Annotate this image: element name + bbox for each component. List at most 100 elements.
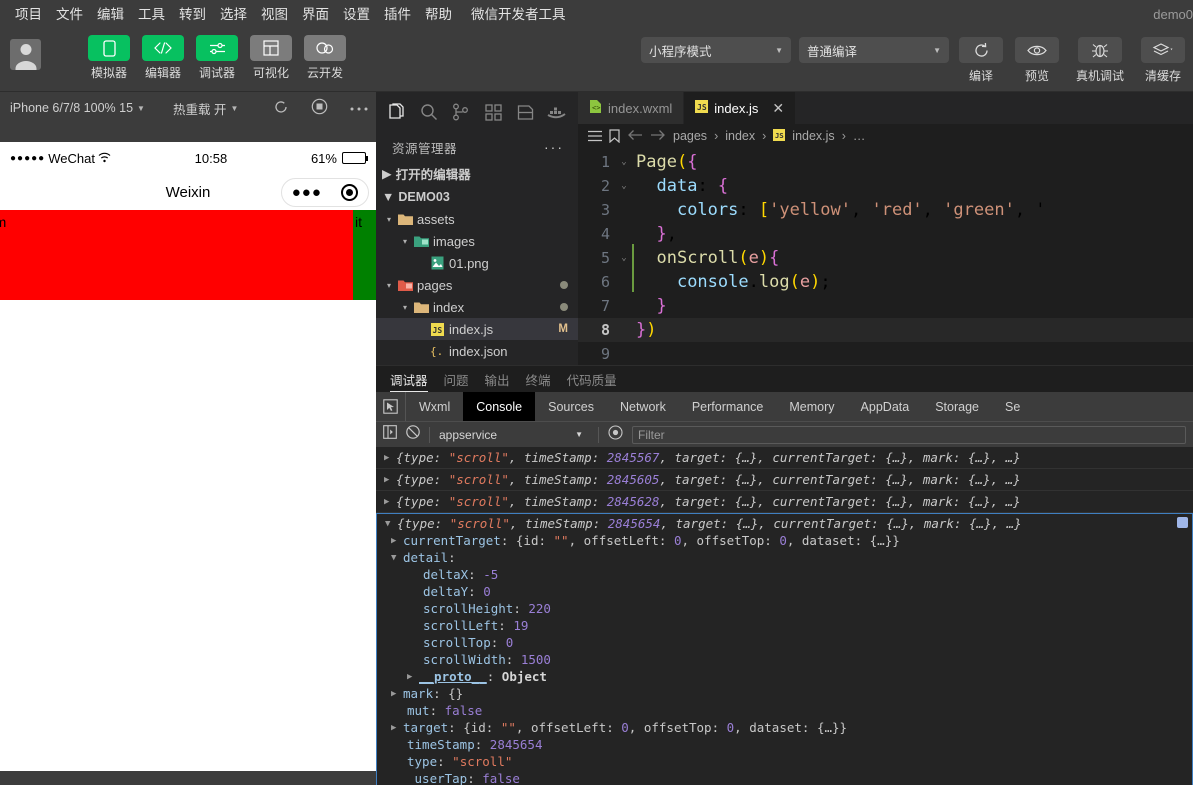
- refresh-icon[interactable]: [273, 99, 289, 118]
- more-icon[interactable]: [350, 101, 368, 115]
- expand-arrow-icon[interactable]: ▶: [384, 453, 396, 463]
- breadcrumb-pages[interactable]: pages: [673, 129, 707, 143]
- menu-item-goto[interactable]: 转到: [172, 5, 213, 25]
- console-prop-target[interactable]: ▶target: {id: "", offsetLeft: 0, offsetT…: [377, 719, 1192, 736]
- console-log-summary[interactable]: ▼{type: "scroll", timeStamp: 2845654, ta…: [377, 515, 1192, 532]
- console-detail-proto[interactable]: ▶__proto__: Object: [377, 668, 1192, 685]
- devtools-tab-storage[interactable]: Storage: [922, 392, 992, 421]
- collapse-arrow-icon[interactable]: ▼: [391, 553, 403, 563]
- expand-arrow-icon[interactable]: ▶: [391, 689, 403, 699]
- files-icon[interactable]: [382, 97, 411, 127]
- menu-item-app-name[interactable]: 微信开发者工具: [459, 5, 573, 25]
- code-line-2[interactable]: 2⌄ data: {: [578, 174, 1193, 198]
- console-log-row[interactable]: ▶{type: "scroll", timeStamp: 2845628, ta…: [376, 491, 1193, 513]
- code-line-9[interactable]: 9: [578, 342, 1193, 365]
- record-icon[interactable]: [311, 98, 328, 118]
- console-filter-input[interactable]: Filter: [632, 426, 1186, 444]
- console-sidebar-toggle-icon[interactable]: [383, 425, 397, 444]
- more-icon[interactable]: ●●●: [292, 185, 322, 200]
- console-context-select[interactable]: appservice ▼: [439, 428, 589, 442]
- tab-index-wxml[interactable]: <> index.wxml: [578, 92, 684, 124]
- tree-item-01.png[interactable]: 01.png: [376, 252, 578, 274]
- capsule-buttons[interactable]: ●●●: [281, 178, 369, 207]
- chevron-down-icon[interactable]: ▾: [382, 215, 396, 224]
- devtools-tab-appdata[interactable]: AppData: [848, 392, 923, 421]
- tree-item-index.json[interactable]: {..}index.json: [376, 340, 578, 362]
- panel-tab-problems[interactable]: 问题: [444, 366, 469, 392]
- console-output[interactable]: ▶{type: "scroll", timeStamp: 2845567, ta…: [376, 447, 1193, 785]
- inspect-element-icon[interactable]: [376, 392, 406, 421]
- tree-item-index[interactable]: ▾index: [376, 296, 578, 318]
- code-line-5[interactable]: 5⌄ onScroll(e){: [578, 246, 1193, 270]
- console-log-row[interactable]: ▶{type: "scroll", timeStamp: 2845605, ta…: [376, 469, 1193, 491]
- fold-icon[interactable]: ⌄: [616, 246, 632, 270]
- device-select-label[interactable]: iPhone 6/7/8 100% 15: [10, 101, 133, 115]
- close-icon[interactable]: ✕: [772, 100, 784, 117]
- console-eye-icon[interactable]: [608, 425, 623, 445]
- devtools-tab-memory[interactable]: Memory: [776, 392, 847, 421]
- real-device-debug-button[interactable]: 真机调试: [1069, 37, 1131, 84]
- panel-tab-debugger[interactable]: 调试器: [390, 366, 428, 392]
- panel-tab-output[interactable]: 输出: [485, 366, 510, 392]
- code-line-8[interactable]: 8}): [578, 318, 1193, 342]
- console-prop-detail[interactable]: ▼detail:: [377, 549, 1192, 566]
- section-open-editors[interactable]: ▶ 打开的编辑器: [376, 162, 578, 185]
- breadcrumb-index[interactable]: index: [725, 129, 755, 143]
- sidebar-more-icon[interactable]: ···: [544, 139, 564, 155]
- expand-arrow-icon[interactable]: ▶: [391, 536, 403, 546]
- console-log-expanded[interactable]: ▼{type: "scroll", timeStamp: 2845654, ta…: [376, 513, 1193, 785]
- devtools-tab-wxml[interactable]: Wxml: [406, 392, 463, 421]
- chevron-down-icon[interactable]: ▾: [398, 303, 412, 312]
- chevron-down-icon[interactable]: ▾: [382, 281, 396, 290]
- fold-icon[interactable]: ⌄: [616, 174, 632, 198]
- menu-item-file[interactable]: 文件: [49, 5, 90, 25]
- console-prop-currenttarget[interactable]: ▶currentTarget: {id: "", offsetLeft: 0, …: [377, 532, 1192, 549]
- menu-item-select[interactable]: 选择: [213, 5, 254, 25]
- menu-item-edit[interactable]: 编辑: [90, 5, 131, 25]
- fold-icon[interactable]: ⌄: [616, 150, 632, 174]
- menu-item-project[interactable]: 项目: [8, 5, 49, 25]
- console-source-link[interactable]: [1177, 517, 1188, 528]
- code-editor[interactable]: 1⌄Page({2⌄ data: {3 colors: ['yellow', '…: [578, 148, 1193, 365]
- mode-select[interactable]: 小程序模式 ▼: [641, 37, 791, 63]
- expand-arrow-icon[interactable]: ▶: [407, 672, 419, 682]
- code-line-3[interactable]: 3 colors: ['yellow', 'red', 'green', ': [578, 198, 1193, 222]
- tab-index-js[interactable]: JS index.js ✕: [684, 92, 796, 124]
- expand-arrow-icon[interactable]: ▶: [391, 723, 403, 733]
- toolbar-button-cloud[interactable]: 云开发: [301, 35, 349, 81]
- compile-button[interactable]: 编译: [957, 37, 1005, 84]
- back-arrow-icon[interactable]: [627, 129, 643, 144]
- menu-item-settings[interactable]: 设置: [336, 5, 377, 25]
- devtools-tab-network[interactable]: Network: [607, 392, 679, 421]
- tree-item-index.wxml[interactable]: <>index.wxmlM: [376, 362, 578, 365]
- code-line-1[interactable]: 1⌄Page({: [578, 150, 1193, 174]
- snippets-icon[interactable]: [511, 97, 540, 127]
- devtools-tab-console[interactable]: Console: [463, 392, 535, 421]
- collapse-arrow-icon[interactable]: ▼: [385, 519, 397, 529]
- clear-cache-button[interactable]: 清缓存: [1139, 37, 1187, 84]
- toolbar-button-simulator[interactable]: 模拟器: [85, 35, 133, 81]
- close-target-icon[interactable]: [341, 184, 358, 201]
- chevron-down-icon[interactable]: ▾: [398, 237, 412, 246]
- section-project-root[interactable]: ▼ DEMO03: [376, 185, 578, 208]
- tree-item-index.js[interactable]: JSindex.jsM: [376, 318, 578, 340]
- expand-arrow-icon[interactable]: ▶: [384, 475, 396, 485]
- menu-item-view[interactable]: 视图: [254, 5, 295, 25]
- avatar[interactable]: [10, 39, 41, 70]
- bookmark-icon[interactable]: [609, 129, 620, 143]
- compile-select[interactable]: 普通编译 ▼: [799, 37, 949, 63]
- expand-arrow-icon[interactable]: ▶: [384, 497, 396, 507]
- toolbar-button-visualizer[interactable]: 可视化: [247, 35, 295, 81]
- clear-console-icon[interactable]: [406, 425, 420, 444]
- scroll-item-green[interactable]: it: [353, 210, 376, 300]
- tree-item-pages[interactable]: ▾pages: [376, 274, 578, 296]
- search-icon[interactable]: [414, 97, 443, 127]
- console-log-row[interactable]: ▶{type: "scroll", timeStamp: 2845567, ta…: [376, 447, 1193, 469]
- toolbar-button-debugger[interactable]: 调试器: [193, 35, 241, 81]
- toolbar-button-editor[interactable]: 编辑器: [139, 35, 187, 81]
- devtools-tab-performance[interactable]: Performance: [679, 392, 777, 421]
- extensions-icon[interactable]: [479, 97, 508, 127]
- menu-item-tools[interactable]: 工具: [131, 5, 172, 25]
- scroll-view[interactable]: tem it: [0, 210, 376, 300]
- panel-tab-quality[interactable]: 代码质量: [567, 366, 617, 392]
